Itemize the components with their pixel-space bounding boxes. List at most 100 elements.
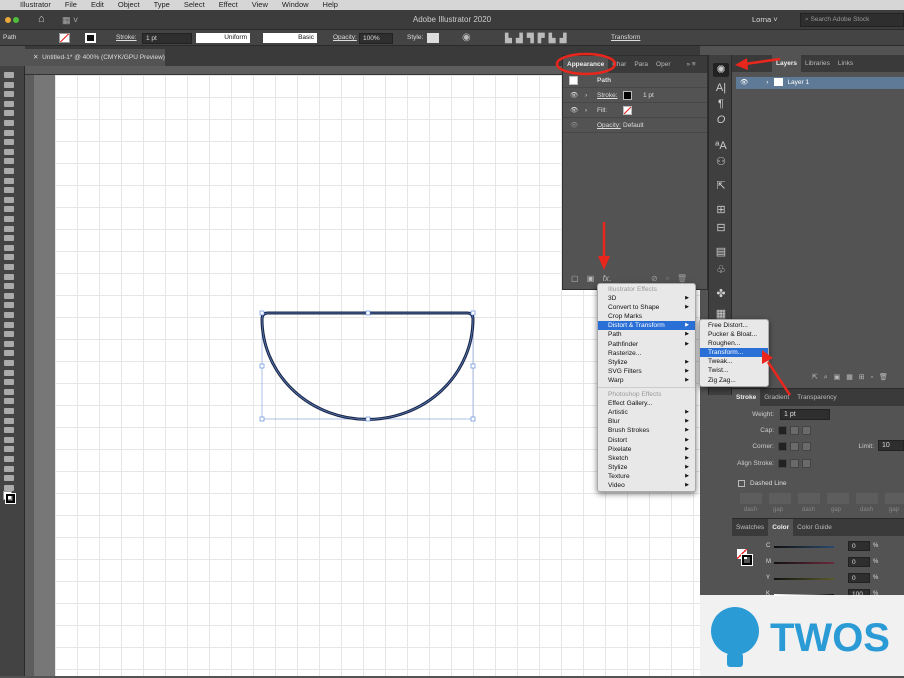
round-join-button[interactable] [790, 442, 799, 451]
channel-slider[interactable] [774, 546, 834, 548]
submenu-item[interactable]: Roughen... [700, 339, 768, 348]
tab-layers[interactable]: Layers [772, 55, 801, 72]
channel-value-field[interactable]: 0 [848, 573, 870, 583]
add-stroke-icon[interactable]: ▢ [571, 274, 579, 283]
dashed-line-checkbox[interactable] [738, 480, 745, 487]
eye-icon[interactable]: 👁 [570, 103, 578, 118]
channel-slider[interactable] [774, 562, 834, 564]
pathfinder-icon[interactable]: ▤ [713, 245, 729, 259]
menu-item[interactable]: Stylize ▶ [598, 358, 695, 367]
tab-stroke[interactable]: Stroke [732, 389, 761, 406]
dash-field[interactable] [740, 493, 762, 504]
tab-links[interactable]: Links [834, 55, 857, 72]
dash-field[interactable] [769, 493, 791, 504]
menu-item[interactable]: 3D ▶ [598, 294, 695, 303]
character-icon[interactable]: A| [713, 81, 729, 95]
menu-item[interactable]: Pathfinder ▶ [598, 340, 695, 349]
menu-item[interactable]: Stylize ▶ [598, 463, 695, 472]
menu-item[interactable]: Rasterize... [598, 349, 695, 358]
menu-item[interactable]: Convert to Shape ▶ [598, 303, 695, 312]
butt-cap-button[interactable] [778, 426, 787, 435]
export-icon[interactable]: ⇱ [713, 179, 729, 193]
submenu-item[interactable]: Twist... [700, 366, 768, 375]
menu-item[interactable]: Effect Gallery... [598, 399, 695, 408]
channel-value-field[interactable]: 0 [848, 541, 870, 551]
tab-character[interactable]: Char [608, 56, 630, 73]
limit-field[interactable]: 10 [878, 440, 904, 451]
menu-item[interactable]: Sketch ▶ [598, 454, 695, 463]
appearance-fill-row[interactable]: 👁 › Fill: [563, 103, 707, 118]
clear-duplicate-delete-icons[interactable]: ⊘ ▫ 🗑 [651, 274, 687, 283]
align-inside-button[interactable] [790, 459, 799, 468]
miter-join-button[interactable] [778, 442, 787, 451]
brushes-icon[interactable]: ✤ [713, 287, 729, 301]
channel-slider[interactable] [774, 578, 834, 580]
menu-item[interactable]: Crop Marks [598, 312, 695, 321]
projecting-cap-button[interactable] [802, 426, 811, 435]
tab-swatches[interactable]: Swatches [732, 519, 768, 536]
tab-libraries[interactable]: Libraries [801, 55, 834, 72]
transform-icon[interactable]: ⊞ [713, 203, 729, 217]
weight-field[interactable]: 1 pt [780, 409, 830, 420]
align-outside-button[interactable] [802, 459, 811, 468]
submenu-item[interactable]: Tweak... [700, 357, 768, 366]
bounding-box[interactable] [261, 312, 474, 420]
bowl-path[interactable] [260, 311, 475, 421]
menu-item[interactable]: Texture ▶ [598, 472, 695, 481]
eye-icon[interactable]: 👁 [740, 79, 748, 86]
menu-item[interactable]: Warp ▶ [598, 376, 695, 385]
submenu-item[interactable]: Pucker & Bloat... [700, 330, 768, 339]
swatches-icon[interactable]: ♧ [713, 263, 729, 277]
submenu-item[interactable]: Zig Zag... [700, 376, 768, 385]
fx-icon[interactable]: fx. [603, 274, 611, 283]
dash-field[interactable] [856, 493, 878, 504]
menu-item[interactable]: Brush Strokes ▶ [598, 426, 695, 435]
appearance-stroke-row[interactable]: 👁 › Stroke: 1 pt [563, 88, 707, 103]
stroke-label[interactable]: Stroke: [597, 88, 618, 103]
menu-item[interactable]: Video ▶ [598, 481, 695, 490]
menu-item[interactable]: Blur ▶ [598, 417, 695, 426]
submenu-item[interactable]: Free Distort... [700, 321, 768, 330]
expand-chevron-icon[interactable]: › [585, 88, 587, 103]
menu-item[interactable]: Path ▶ [598, 330, 695, 339]
menu-item[interactable]: Distort & Transform ▶ [598, 321, 695, 331]
channel-value-field[interactable]: 0 [848, 557, 870, 567]
menu-item[interactable]: Pixelate ▶ [598, 445, 695, 454]
panel-menu-icon[interactable]: » ≡ [683, 56, 700, 73]
tab-color[interactable]: Color [768, 519, 794, 536]
submenu-item[interactable]: Transform... [700, 348, 768, 358]
align-center-button[interactable] [778, 459, 787, 468]
appearance-object-row[interactable]: Path [563, 73, 707, 88]
layers-footer-icons[interactable]: ⇱ ⌕ ▣ ▦ ⊞ ▫ 🗑 [812, 373, 888, 382]
selection-handles[interactable] [259, 310, 476, 422]
paragraph-icon[interactable]: ¶ [713, 97, 729, 111]
tab-color-guide[interactable]: Color Guide [793, 519, 836, 536]
align-icon[interactable]: ⊟ [713, 221, 729, 235]
opentype-icon[interactable]: O [713, 113, 729, 127]
tab-gradient[interactable]: Gradient [760, 389, 793, 406]
tab-transparency[interactable]: Transparency [793, 389, 841, 406]
bevel-join-button[interactable] [802, 442, 811, 451]
dash-field[interactable] [798, 493, 820, 504]
stroke-color-icon[interactable] [741, 554, 753, 566]
menu-item[interactable]: SVG Filters ▶ [598, 367, 695, 376]
symbols-icon[interactable]: ⚇ [713, 155, 729, 169]
expand-chevron-icon[interactable]: › [766, 79, 768, 86]
tab-appearance[interactable]: Appearance [563, 56, 609, 73]
dash-field[interactable] [827, 493, 849, 504]
appearance-opacity-row[interactable]: 👁 Opacity: Default [563, 118, 707, 133]
tab-paragraph[interactable]: Para [630, 56, 652, 73]
opacity-label[interactable]: Opacity: [597, 118, 621, 133]
layer-row[interactable]: 👁 › Layer 1 [736, 77, 904, 89]
fill-swatch[interactable] [623, 106, 632, 115]
menu-item[interactable]: Distort ▶ [598, 436, 695, 445]
eye-icon[interactable]: 👁 [570, 88, 578, 103]
eye-icon[interactable]: 👁 [570, 118, 578, 133]
appearance-icon[interactable]: ✺ [713, 63, 729, 77]
tab-opentype[interactable]: Oper [652, 56, 674, 73]
add-fill-icon[interactable]: ▣ [587, 274, 595, 283]
expand-chevron-icon[interactable]: › [585, 103, 587, 118]
menu-item[interactable]: Artistic ▶ [598, 408, 695, 417]
glyphs-icon[interactable]: ªA [713, 139, 729, 153]
round-cap-button[interactable] [790, 426, 799, 435]
